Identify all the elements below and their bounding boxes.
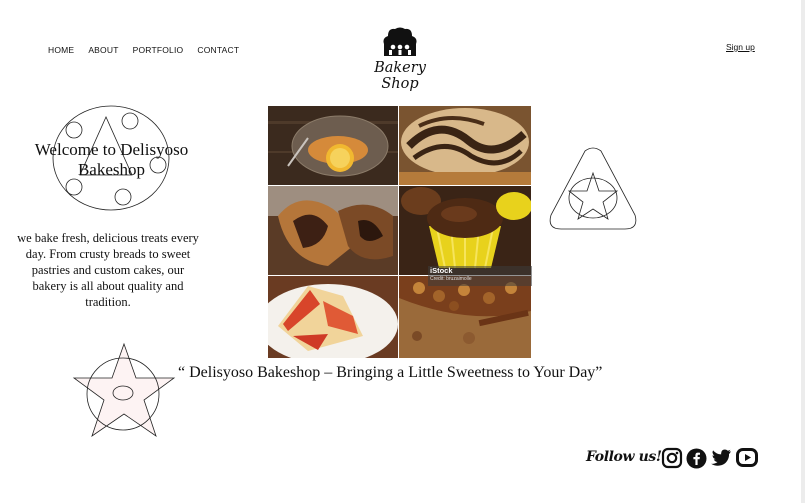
stock-watermark: iStock Credit: bruzaimolle (428, 266, 532, 286)
bakery-photo-collage (268, 106, 531, 358)
intro-text: we bake fresh, delicious treats every da… (17, 231, 199, 309)
nav-about[interactable]: ABOUT (88, 45, 118, 55)
chef-hat-icon (383, 27, 417, 56)
star-decoration (72, 342, 176, 438)
brand-logo[interactable]: Bakery Shop (355, 26, 445, 92)
watermark-credit: Credit: bruzaimolle (430, 276, 472, 282)
nut-tart-photo (399, 276, 531, 358)
crepe-photo (268, 106, 398, 185)
cheesecake-photo (268, 276, 398, 358)
right-edge (801, 0, 805, 503)
strudel-photo (399, 106, 531, 185)
marble-cake-photo (268, 186, 398, 275)
follow-us-label: Follow us! (586, 449, 662, 465)
main-nav: HOME ABOUT PORTFOLIO CONTACT (48, 45, 253, 55)
instagram-icon[interactable] (661, 447, 683, 469)
tagline-quote: “ Delisyoso Bakeshop – Bringing a Little… (178, 364, 603, 381)
nav-contact[interactable]: CONTACT (197, 45, 239, 55)
nav-portfolio[interactable]: PORTFOLIO (133, 45, 184, 55)
triangle-star-decoration (549, 147, 637, 230)
youtube-icon[interactable] (735, 447, 759, 468)
facebook-icon[interactable] (686, 448, 707, 469)
brand-name: Bakery Shop (374, 60, 426, 92)
muffin-photo (399, 186, 531, 275)
twitter-icon[interactable] (710, 449, 732, 467)
nav-home[interactable]: HOME (48, 45, 74, 55)
watermark-label: iStock (430, 266, 453, 275)
welcome-title: Welcome to Delisyoso Bakeshop (34, 140, 189, 179)
signup-link[interactable]: Sign up (726, 42, 755, 52)
